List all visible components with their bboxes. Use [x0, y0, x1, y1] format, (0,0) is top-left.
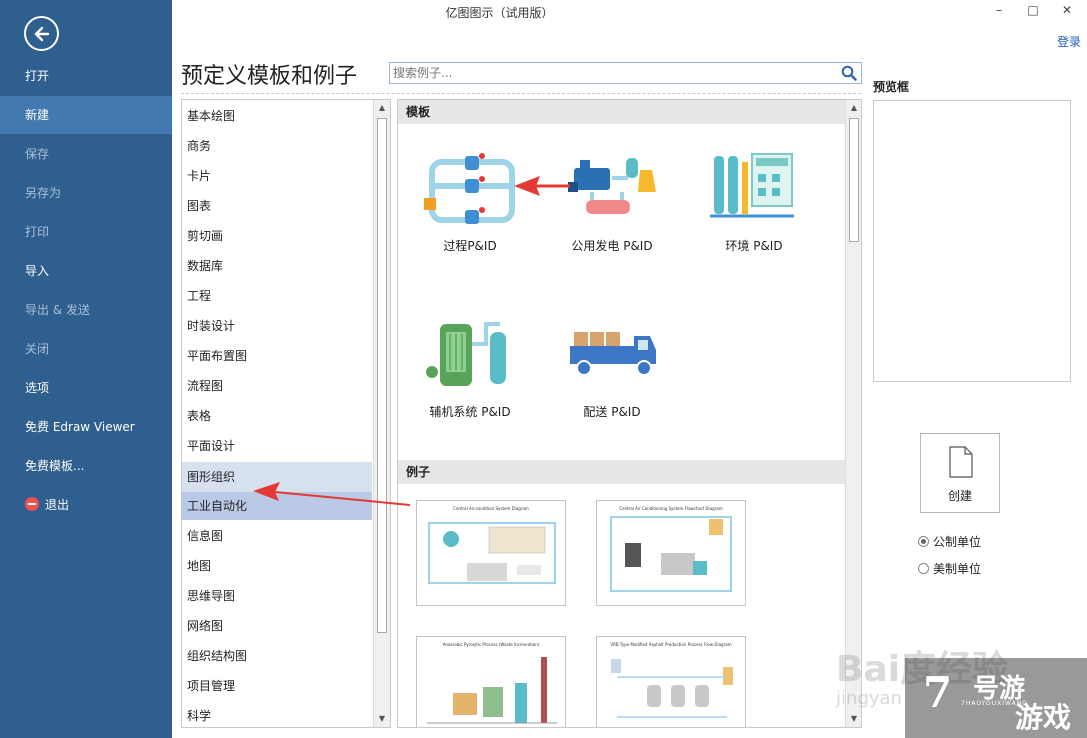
category-item[interactable]: 平面布置图 [182, 343, 372, 369]
category-item[interactable]: 基本绘图 [182, 103, 372, 129]
back-arrow-icon [34, 26, 50, 42]
category-item[interactable]: 商务 [182, 133, 372, 159]
logo-number: 7 [923, 668, 953, 717]
search-box [389, 62, 862, 84]
template-label: 过程P&ID [443, 239, 497, 253]
example-thumbnail[interactable]: Central Air-condition System Diagram [416, 500, 566, 606]
category-item[interactable]: 地图 [182, 553, 372, 579]
example-diagram-image [610, 516, 732, 592]
create-label: 创建 [947, 489, 972, 503]
templates-heading: 模板 [398, 100, 846, 124]
category-item[interactable]: 科学 [182, 703, 372, 727]
menu-options[interactable]: 选项 [0, 369, 172, 407]
scroll-thumb[interactable] [377, 118, 387, 633]
menu-free-templates[interactable]: 免费模板... [0, 447, 172, 485]
backstage-menu: 打开 新建 保存 另存为 打印 导入 导出 & 发送 关闭 选项 免费 Edra… [0, 0, 172, 738]
category-item[interactable]: 项目管理 [182, 673, 372, 699]
example-diagram-image [427, 657, 557, 724]
category-item[interactable]: 图表 [182, 193, 372, 219]
menu-exit[interactable]: 退出 [0, 486, 172, 524]
maximize-button[interactable]: □ [1018, 0, 1048, 22]
new-document-icon [949, 446, 973, 478]
category-item[interactable]: 信息图 [182, 523, 372, 549]
menu-export-send[interactable]: 导出 & 发送 [0, 291, 172, 329]
template-auxiliary-pid[interactable]: 辅机系统 P&ID [410, 314, 530, 420]
scroll-down-icon[interactable]: ▼ [374, 711, 390, 727]
menu-save[interactable]: 保存 [0, 135, 172, 173]
category-item[interactable]: 时装设计 [182, 313, 372, 339]
category-scrollbar[interactable]: ▲ ▼ [373, 100, 390, 727]
category-item[interactable]: 平面设计 [182, 433, 372, 459]
scroll-down-icon[interactable]: ▼ [846, 711, 861, 727]
template-distribution-pid[interactable]: 配送 P&ID [552, 314, 672, 420]
unit-metric-option[interactable]: 公制单位 [918, 533, 981, 550]
process-pid-thumbnail [424, 153, 515, 224]
menu-exit-label: 退出 [45, 498, 70, 512]
template-gallery: 模板 过程P&ID 公用发电 P&ID 环境 P&ID 辅机系统 P&ID 配送… [397, 99, 862, 728]
category-item[interactable]: 图形组织 [182, 462, 372, 492]
category-item[interactable]: 工程 [182, 283, 372, 309]
scroll-up-icon[interactable]: ▲ [374, 100, 390, 116]
template-label: 辅机系统 P&ID [429, 405, 511, 419]
menu-save-as[interactable]: 另存为 [0, 174, 172, 212]
example-thumbnail[interactable]: VRB Type Modified Asphalt Production Pro… [596, 636, 746, 727]
exit-icon [25, 497, 39, 511]
example-thumbnail[interactable]: Anaerobic Pyrolytic Process (Waste Incin… [416, 636, 566, 727]
category-item-selected[interactable]: 工业自动化 [182, 492, 372, 520]
menu-new[interactable]: 新建 [0, 96, 172, 134]
example-diagram-image [428, 522, 556, 584]
example-diagram-image [611, 659, 733, 718]
logo-subtext: 7HAOYOUXIWANG [961, 700, 1028, 707]
template-label: 配送 P&ID [583, 405, 641, 419]
create-button[interactable]: 创建 [920, 433, 1000, 513]
back-button[interactable] [24, 16, 59, 51]
search-input[interactable] [390, 63, 830, 83]
site-logo-watermark: 7 号游 游戏 7HAOYOUXIWANG [905, 658, 1087, 738]
close-button[interactable]: ✕ [1052, 0, 1082, 22]
preview-box [873, 100, 1071, 382]
login-link[interactable]: 登录 [1057, 33, 1081, 50]
category-item[interactable]: 卡片 [182, 163, 372, 189]
menu-close[interactable]: 关闭 [0, 330, 172, 368]
scroll-up-icon[interactable]: ▲ [846, 100, 861, 116]
unit-metric-label: 公制单位 [933, 535, 982, 549]
category-item[interactable]: 流程图 [182, 373, 372, 399]
menu-import[interactable]: 导入 [0, 252, 172, 290]
unit-us-label: 美制单位 [933, 562, 982, 576]
template-label: 环境 P&ID [725, 239, 783, 253]
category-item[interactable]: 表格 [182, 403, 372, 429]
template-environment-pid[interactable]: 环境 P&ID [694, 148, 814, 254]
preview-label: 预览框 [873, 80, 910, 94]
template-process-pid[interactable]: 过程P&ID [410, 148, 530, 254]
category-item[interactable]: 思维导图 [182, 583, 372, 609]
template-utility-power-pid[interactable]: 公用发电 P&ID [552, 148, 672, 254]
page-title: 预定义模板和例子 [181, 64, 358, 89]
template-label: 公用发电 P&ID [571, 239, 653, 253]
menu-free-viewer[interactable]: 免费 Edraw Viewer [0, 408, 172, 446]
auxiliary-system-thumbnail [426, 322, 506, 386]
category-item[interactable]: 组织结构图 [182, 643, 372, 669]
radio-metric[interactable] [918, 536, 929, 547]
category-item[interactable]: 数据库 [182, 253, 372, 279]
unit-us-option[interactable]: 美制单位 [918, 560, 981, 577]
gallery-scrollbar[interactable]: ▲ ▼ [845, 100, 861, 727]
utility-power-thumbnail [568, 158, 656, 214]
category-item[interactable]: 网络图 [182, 613, 372, 639]
category-list: 基本绘图 商务 卡片 图表 剪切画 数据库 工程 时装设计 平面布置图 流程图 … [181, 99, 391, 728]
search-icon[interactable] [841, 65, 857, 81]
jingyan-watermark: jingyan [836, 688, 902, 709]
scroll-thumb[interactable] [849, 118, 859, 242]
radio-us[interactable] [918, 563, 929, 574]
minimize-button[interactable]: – [984, 0, 1014, 22]
distribution-truck-thumbnail [570, 332, 656, 376]
edraw-app: 打开 新建 保存 另存为 打印 导入 导出 & 发送 关闭 选项 免费 Edra… [0, 0, 1087, 738]
header-separator [181, 93, 861, 94]
environment-thumbnail [710, 153, 794, 218]
menu-print[interactable]: 打印 [0, 213, 172, 251]
window-title: 亿图图示（试用版） [445, 6, 554, 20]
category-item[interactable]: 剪切画 [182, 223, 372, 249]
menu-open[interactable]: 打开 [0, 57, 172, 95]
examples-heading: 例子 [398, 460, 846, 484]
example-thumbnail[interactable]: Central Air Conditioning System Flowchar… [596, 500, 746, 606]
